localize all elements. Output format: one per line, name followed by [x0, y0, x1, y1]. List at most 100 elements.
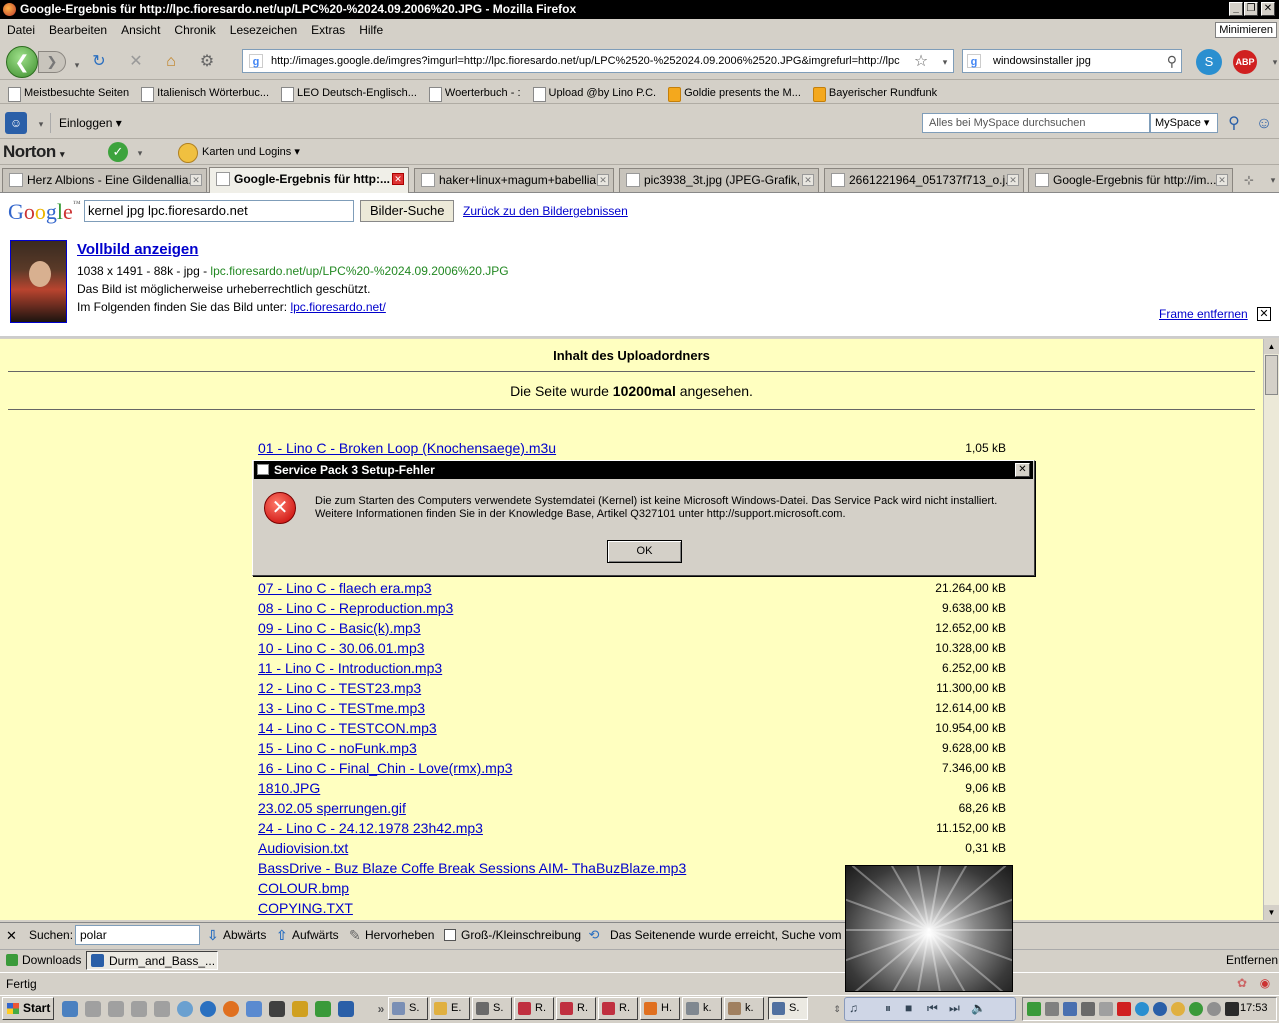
forward-button[interactable]: ❯: [38, 51, 66, 73]
remove-frame-link[interactable]: Frame entfernen: [1159, 307, 1248, 321]
clock[interactable]: 17:53: [1240, 1002, 1268, 1014]
file-link[interactable]: 08 - Lino C - Reproduction.mp3: [258, 600, 453, 616]
bookmark-item[interactable]: Upload @by Lino P.C.: [529, 83, 656, 103]
taskbar-button[interactable]: S.: [472, 997, 512, 1020]
browser-tab[interactable]: 2661221964_051737f713_o.j... ✕: [824, 168, 1024, 192]
taskbar-button[interactable]: S.: [388, 997, 428, 1020]
tray-icon[interactable]: [1045, 1002, 1059, 1016]
find-next-button[interactable]: ⇩ Abwärts: [207, 927, 266, 943]
tray-icon[interactable]: [1171, 1002, 1185, 1016]
back-button[interactable]: ❮: [6, 46, 38, 78]
quicklaunch-icon[interactable]: [154, 1001, 170, 1017]
quicklaunch-icon[interactable]: [131, 1001, 147, 1017]
menu-item[interactable]: Chronik: [167, 20, 222, 37]
taskbar-button[interactable]: R.: [514, 997, 554, 1020]
myspace-icon[interactable]: ☺: [5, 112, 27, 134]
myspace-scope-select[interactable]: MySpace ▾: [1150, 113, 1218, 133]
menu-item[interactable]: Bearbeiten: [42, 20, 114, 37]
tab-close-icon[interactable]: ✕: [1007, 174, 1019, 186]
browser-tab[interactable]: Google-Ergebnis für http:... ✕: [209, 167, 409, 193]
file-link[interactable]: 13 - Lino C - TESTme.mp3: [258, 700, 425, 716]
tab-close-icon[interactable]: ✕: [802, 174, 814, 186]
url-dropdown-icon[interactable]: ▾: [934, 51, 956, 73]
reload-icon[interactable]: ↻: [88, 51, 110, 73]
google-query-input[interactable]: kernel jpg lpc.fioresardo.net: [84, 200, 354, 222]
myspace-login-button[interactable]: Einloggen ▾: [50, 113, 130, 133]
downloads-remove-button[interactable]: Entfernen: [1226, 951, 1278, 970]
minimize-button[interactable]: _: [1229, 2, 1243, 16]
bookmark-item[interactable]: Goldie presents the M...: [664, 83, 801, 103]
source-link[interactable]: lpc.fioresardo.net/: [290, 300, 385, 314]
skype-icon[interactable]: S: [1196, 49, 1222, 75]
bookmark-star-icon[interactable]: ☆: [910, 51, 932, 73]
error-dialog-titlebar[interactable]: Service Pack 3 Setup-Fehler: [254, 461, 1033, 479]
file-link[interactable]: 14 - Lino C - TESTCON.mp3: [258, 720, 437, 736]
taskbar-button[interactable]: S.: [768, 997, 808, 1020]
tab-list-icon[interactable]: ⊹: [1238, 169, 1260, 191]
bookmark-item[interactable]: Italienisch Wörterbuc...: [137, 83, 269, 103]
taskbar-button[interactable]: H.: [640, 997, 680, 1020]
tray-icon[interactable]: [1225, 1002, 1239, 1016]
menu-item[interactable]: Lesezeichen: [223, 20, 304, 37]
norton-check-dropdown-icon[interactable]: ▾: [129, 142, 151, 164]
error-dialog-close-button[interactable]: ✕: [1015, 463, 1030, 477]
file-link[interactable]: 09 - Lino C - Basic(k).mp3: [258, 620, 421, 636]
fullsize-link[interactable]: Vollbild anzeigen: [77, 241, 198, 258]
file-link[interactable]: 01 - Lino C - Broken Loop (Knochensaege)…: [258, 440, 556, 456]
close-button[interactable]: ✕: [1261, 2, 1275, 16]
ie-icon[interactable]: [200, 1001, 216, 1017]
file-link[interactable]: 07 - Lino C - flaech era.mp3: [258, 580, 432, 596]
vertical-scrollbar[interactable]: ▲ ▼: [1263, 339, 1279, 920]
tray-icon[interactable]: [1117, 1002, 1131, 1016]
file-link[interactable]: 15 - Lino C - noFunk.mp3: [258, 740, 417, 756]
myspace-search-input[interactable]: Alles bei MySpace durchsuchen: [922, 113, 1150, 133]
file-link[interactable]: COLOUR.bmp: [258, 880, 349, 896]
maximize-button[interactable]: ❐: [1244, 2, 1258, 16]
remove-frame-icon[interactable]: ✕: [1257, 307, 1271, 321]
file-link[interactable]: 1810.JPG: [258, 780, 320, 796]
image-search-button[interactable]: Bilder-Suche: [360, 200, 455, 222]
quicklaunch-icon[interactable]: [108, 1001, 124, 1017]
find-close-icon[interactable]: ✕: [6, 928, 17, 944]
firefox-quicklaunch-icon[interactable]: [223, 1001, 239, 1017]
browser-tab[interactable]: haker+linux+magum+babellia... ✕: [414, 168, 614, 192]
find-input[interactable]: polar: [75, 925, 200, 945]
quicklaunch-icon[interactable]: [246, 1001, 262, 1017]
download-item[interactable]: Durm_and_Bass_...: [86, 951, 218, 970]
addon-icon[interactable]: ⚙: [196, 51, 218, 73]
status-firefox-icon[interactable]: ◉: [1256, 974, 1274, 992]
window-titlebar[interactable]: Google-Ergebnis für http://lpc.fioresard…: [0, 0, 1279, 19]
bookmark-item[interactable]: Woerterbuch - :: [425, 83, 521, 103]
quicklaunch-icon[interactable]: [292, 1001, 308, 1017]
scroll-thumb[interactable]: [1265, 355, 1278, 395]
taskbar-button[interactable]: k.: [682, 997, 722, 1020]
tray-icon[interactable]: [1207, 1002, 1221, 1016]
bookmark-item[interactable]: LEO Deutsch-Englisch...: [277, 83, 417, 103]
taskbar-button[interactable]: E.: [430, 997, 470, 1020]
myspace-dropdown-icon[interactable]: ▾: [30, 113, 52, 135]
start-button[interactable]: Start: [2, 997, 54, 1020]
norton-logo[interactable]: Norton ▾: [3, 142, 64, 162]
tray-icon[interactable]: [1153, 1002, 1167, 1016]
menu-item[interactable]: Hilfe: [352, 20, 390, 37]
quicklaunch-icon[interactable]: [338, 1001, 354, 1017]
browser-tab[interactable]: Herz Albions - Eine Gildenallia... ✕: [2, 168, 207, 192]
quicklaunch-icon[interactable]: [62, 1001, 78, 1017]
quicklaunch-icon[interactable]: [177, 1001, 193, 1017]
file-link[interactable]: BassDrive - Buz Blaze Coffe Break Sessio…: [258, 860, 686, 876]
volume-icon[interactable]: 🔈: [971, 1001, 986, 1015]
stop-icon[interactable]: ✕: [125, 51, 147, 73]
home-icon[interactable]: ⌂: [160, 51, 182, 73]
file-link[interactable]: 16 - Lino C - Final_Chin - Love(rmx).mp3: [258, 760, 512, 776]
file-link[interactable]: 12 - Lino C - TEST23.mp3: [258, 680, 421, 696]
url-bar[interactable]: g http://images.google.de/imgres?imgurl=…: [242, 49, 954, 73]
menu-item[interactable]: Datei: [0, 20, 42, 37]
find-previous-button[interactable]: ⇧ Aufwärts: [276, 927, 339, 943]
menu-item[interactable]: Ansicht: [114, 20, 167, 37]
tray-icon[interactable]: [1135, 1002, 1149, 1016]
visualization-popup[interactable]: [845, 865, 1013, 992]
web-search-input[interactable]: g windowsinstaller jpg ⚲: [962, 49, 1182, 73]
taskbar-button[interactable]: R.: [598, 997, 638, 1020]
tab-close-icon[interactable]: ✕: [392, 173, 404, 185]
taskbar-button[interactable]: k.: [724, 997, 764, 1020]
